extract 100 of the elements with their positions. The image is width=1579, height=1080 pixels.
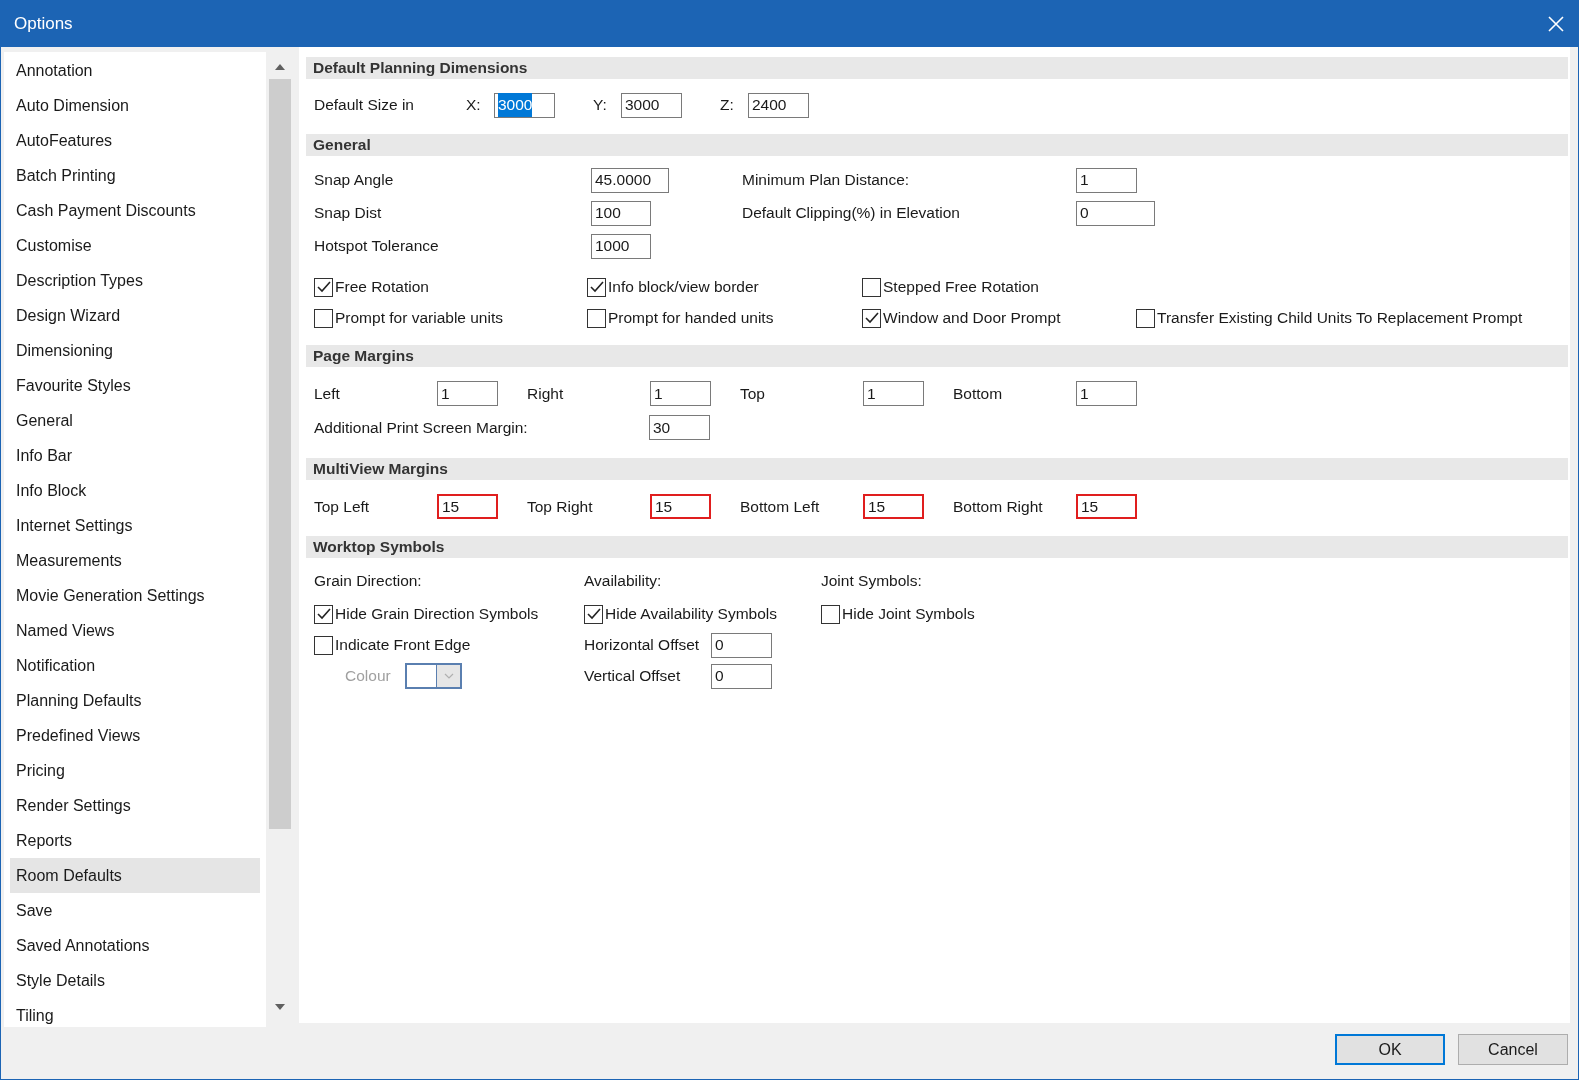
field-label: Default Size in	[314, 95, 415, 116]
sidebar-item[interactable]: Movie Generation Settings	[10, 578, 260, 613]
field-label: Y:	[593, 95, 608, 116]
sidebar-item[interactable]: Room Defaults	[10, 858, 260, 893]
group-label: Availability:	[584, 571, 663, 591]
checkbox-label: Free Rotation	[335, 277, 429, 298]
sidebar-item[interactable]: Annotation	[10, 53, 260, 88]
sidebar-item[interactable]: Style Details	[10, 963, 260, 998]
checkbox-label: Stepped Free Rotation	[883, 277, 1039, 298]
field-label: X:	[466, 95, 482, 116]
field-label: Top	[740, 383, 766, 404]
input-field[interactable]: 1000	[591, 233, 651, 259]
scroll-down-icon[interactable]	[274, 1003, 286, 1011]
input-field[interactable]: 30	[649, 415, 710, 440]
dialog-button[interactable]: OK	[1335, 1034, 1445, 1065]
field-label: Bottom	[953, 383, 1004, 404]
field-label: Bottom Right	[953, 496, 1044, 517]
sidebar-item[interactable]: Named Views	[10, 613, 260, 648]
input-field[interactable]: 1	[1076, 167, 1137, 193]
checkbox-label: Hide Availability Symbols	[605, 604, 777, 625]
checkbox-label: Info block/view border	[608, 277, 759, 298]
checkbox[interactable]	[862, 277, 881, 297]
checkbox[interactable]	[314, 308, 333, 328]
section-header: MultiView Margins	[306, 458, 1568, 480]
field-label: Top Right	[527, 496, 594, 517]
sidebar-item[interactable]: Info Bar	[10, 438, 260, 473]
sidebar-item[interactable]: Predefined Views	[10, 718, 260, 753]
window-title: Options	[14, 13, 73, 36]
scroll-up-icon[interactable]	[274, 63, 286, 71]
sidebar-item[interactable]: AutoFeatures	[10, 123, 260, 158]
sidebar-item[interactable]: Saved Annotations	[10, 928, 260, 963]
checkbox[interactable]	[314, 635, 333, 655]
checkbox-label: Window and Door Prompt	[883, 308, 1061, 329]
field-label: Bottom Left	[740, 496, 821, 517]
sidebar-item[interactable]: Favourite Styles	[10, 368, 260, 403]
checkbox[interactable]	[314, 604, 333, 624]
checkbox[interactable]	[862, 308, 881, 328]
section-header: Page Margins	[306, 345, 1568, 367]
input-field[interactable]: 3000	[621, 92, 682, 118]
checkbox[interactable]	[587, 277, 606, 297]
input-field[interactable]: 1	[863, 381, 924, 406]
field-label: Z:	[720, 95, 735, 116]
field-label: Additional Print Screen Margin:	[314, 417, 529, 438]
sidebar-item[interactable]: Design Wizard	[10, 298, 260, 333]
sidebar-item[interactable]: Info Block	[10, 473, 260, 508]
field-label: Top Left	[314, 496, 371, 517]
checkbox[interactable]	[821, 604, 840, 624]
checkbox-label: Prompt for handed units	[608, 308, 774, 329]
input-field[interactable]: 15	[863, 494, 924, 519]
section-header: Worktop Symbols	[306, 536, 1568, 558]
sidebar-item[interactable]: Internet Settings	[10, 508, 260, 543]
sidebar-item[interactable]: Render Settings	[10, 788, 260, 823]
field-label: Colour	[345, 666, 392, 687]
input-field[interactable]: 0	[711, 663, 772, 689]
sidebar-item[interactable]: Customise	[10, 228, 260, 263]
sidebar-item[interactable]: Cash Payment Discounts	[10, 193, 260, 228]
group-label: Joint Symbols:	[821, 571, 923, 591]
input-field[interactable]: 15	[437, 494, 498, 519]
sidebar-item[interactable]: Reports	[10, 823, 260, 858]
input-field[interactable]: 15	[1076, 494, 1137, 519]
field-label: Right	[527, 383, 565, 404]
input-field[interactable]: 3000	[494, 92, 555, 118]
dialog-button[interactable]: Cancel	[1458, 1034, 1568, 1065]
sidebar-item[interactable]: Description Types	[10, 263, 260, 298]
checkbox-label: Prompt for variable units	[335, 308, 503, 329]
sidebar-item[interactable]: Batch Printing	[10, 158, 260, 193]
sidebar-item[interactable]: Notification	[10, 648, 260, 683]
input-field[interactable]: 100	[591, 200, 651, 226]
checkbox[interactable]	[584, 604, 603, 624]
sidebar-item[interactable]: Pricing	[10, 753, 260, 788]
section-header: General	[306, 134, 1568, 156]
checkbox[interactable]	[587, 308, 606, 328]
scrollbar-thumb[interactable]	[269, 79, 291, 829]
input-field[interactable]: 1	[1076, 381, 1137, 406]
field-label: Left	[314, 383, 341, 404]
checkbox-label: Hide Joint Symbols	[842, 604, 975, 625]
checkbox[interactable]	[1136, 308, 1155, 328]
checkbox[interactable]	[314, 277, 333, 297]
sidebar-item[interactable]: Save	[10, 893, 260, 928]
input-field[interactable]: 15	[650, 494, 711, 519]
field-label: Horizontal Offset	[584, 635, 701, 656]
sidebar-item[interactable]: General	[10, 403, 260, 438]
input-field[interactable]: 0	[1076, 200, 1155, 226]
input-field[interactable]: 1	[437, 381, 498, 406]
field-label: Minimum Plan Distance:	[742, 170, 911, 191]
colour-dropdown[interactable]	[405, 663, 462, 689]
sidebar-item[interactable]: Auto Dimension	[10, 88, 260, 123]
input-field[interactable]: 0	[711, 632, 772, 658]
sidebar-item[interactable]: Planning Defaults	[10, 683, 260, 718]
field-label: Snap Angle	[314, 170, 395, 191]
input-field[interactable]: 45.0000	[591, 167, 669, 193]
checkbox-label: Hide Grain Direction Symbols	[335, 604, 539, 625]
close-icon[interactable]	[1548, 16, 1564, 32]
sidebar-item[interactable]: Measurements	[10, 543, 260, 578]
checkbox-label: Indicate Front Edge	[335, 635, 471, 656]
sidebar-item[interactable]: Dimensioning	[10, 333, 260, 368]
checkbox-label: Transfer Existing Child Units To Replacement Prompt	[1157, 308, 1523, 329]
input-field[interactable]: 2400	[748, 92, 809, 118]
input-field[interactable]: 1	[650, 381, 711, 406]
sidebar-item[interactable]: Tiling	[10, 998, 260, 1027]
